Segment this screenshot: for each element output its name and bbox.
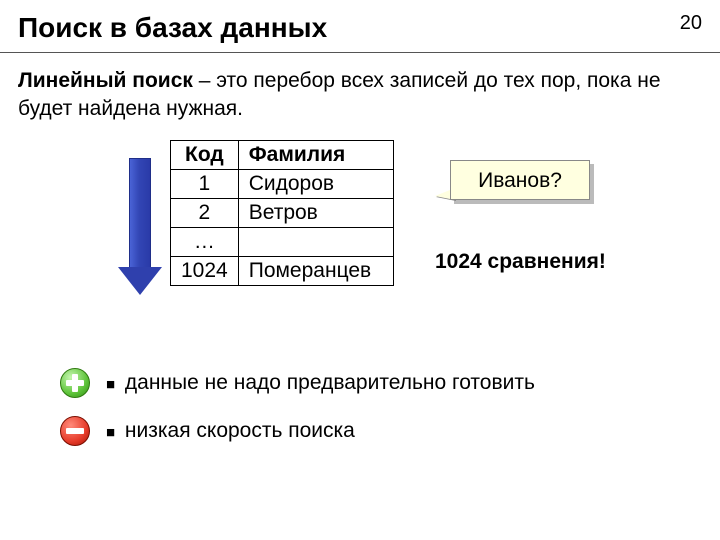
cell-code: 2 bbox=[171, 198, 239, 227]
comparisons-text: 1024 сравнения! bbox=[435, 250, 606, 274]
records-table: Код Фамилия 1 Сидоров 2 Ветров … 1024 По… bbox=[170, 140, 394, 286]
header-code: Код bbox=[171, 140, 239, 169]
table-row: 1024 Померанцев bbox=[171, 256, 394, 285]
bullet-minus-text: ■ низкая скорость поиска bbox=[106, 419, 355, 443]
content-area: Код Фамилия 1 Сидоров 2 Ветров … 1024 По… bbox=[0, 140, 720, 350]
plus-icon bbox=[60, 368, 90, 398]
cell-name: Ветров bbox=[238, 198, 393, 227]
cell-name bbox=[238, 227, 393, 256]
table-header-row: Код Фамилия bbox=[171, 140, 394, 169]
header-name: Фамилия bbox=[238, 140, 393, 169]
cell-code: … bbox=[171, 227, 239, 256]
down-arrow-icon bbox=[118, 158, 162, 295]
table-row: … bbox=[171, 227, 394, 256]
search-callout: Иванов? bbox=[450, 160, 590, 200]
definition-term: Линейный поиск bbox=[18, 69, 193, 92]
table-row: 2 Ветров bbox=[171, 198, 394, 227]
bullet-plus: ■ данные не надо предварительно готовить bbox=[60, 368, 720, 398]
cell-code: 1 bbox=[171, 169, 239, 198]
bullet-plus-text: ■ данные не надо предварительно готовить bbox=[106, 371, 535, 395]
minus-icon bbox=[60, 416, 90, 446]
bullet-list: ■ данные не надо предварительно готовить… bbox=[0, 368, 720, 446]
page-number: 20 bbox=[680, 12, 702, 35]
definition-text: Линейный поиск – это перебор всех записе… bbox=[0, 53, 720, 130]
cell-name: Сидоров bbox=[238, 169, 393, 198]
page-title: Поиск в базах данных bbox=[18, 12, 327, 44]
bullet-minus: ■ низкая скорость поиска bbox=[60, 416, 720, 446]
cell-code: 1024 bbox=[171, 256, 239, 285]
cell-name: Померанцев bbox=[238, 256, 393, 285]
table-row: 1 Сидоров bbox=[171, 169, 394, 198]
